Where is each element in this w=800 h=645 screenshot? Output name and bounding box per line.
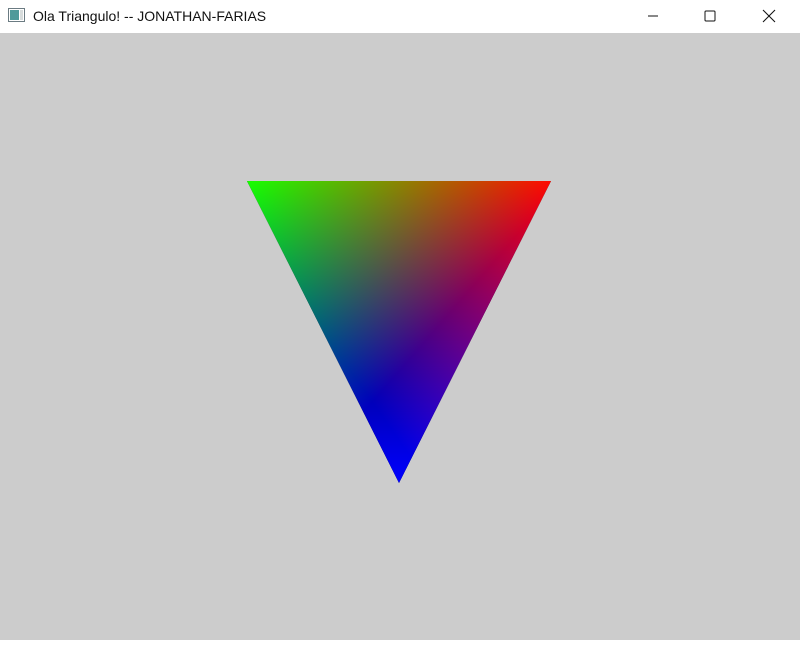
maximize-icon — [704, 10, 716, 22]
minimize-button[interactable] — [630, 0, 676, 32]
window-title: Ola Triangulo! -- JONATHAN-FARIAS — [33, 8, 267, 24]
app-window: Ola Triangulo! -- JONATHAN-FARIAS — [0, 0, 800, 640]
minimize-icon — [648, 15, 658, 17]
window-app-icon — [8, 8, 25, 22]
render-surface — [0, 33, 800, 640]
maximize-button[interactable] — [687, 0, 733, 32]
render-canvas[interactable] — [0, 33, 800, 640]
title-bar[interactable]: Ola Triangulo! -- JONATHAN-FARIAS — [0, 0, 800, 33]
close-icon — [762, 9, 776, 23]
close-button[interactable] — [746, 0, 792, 32]
